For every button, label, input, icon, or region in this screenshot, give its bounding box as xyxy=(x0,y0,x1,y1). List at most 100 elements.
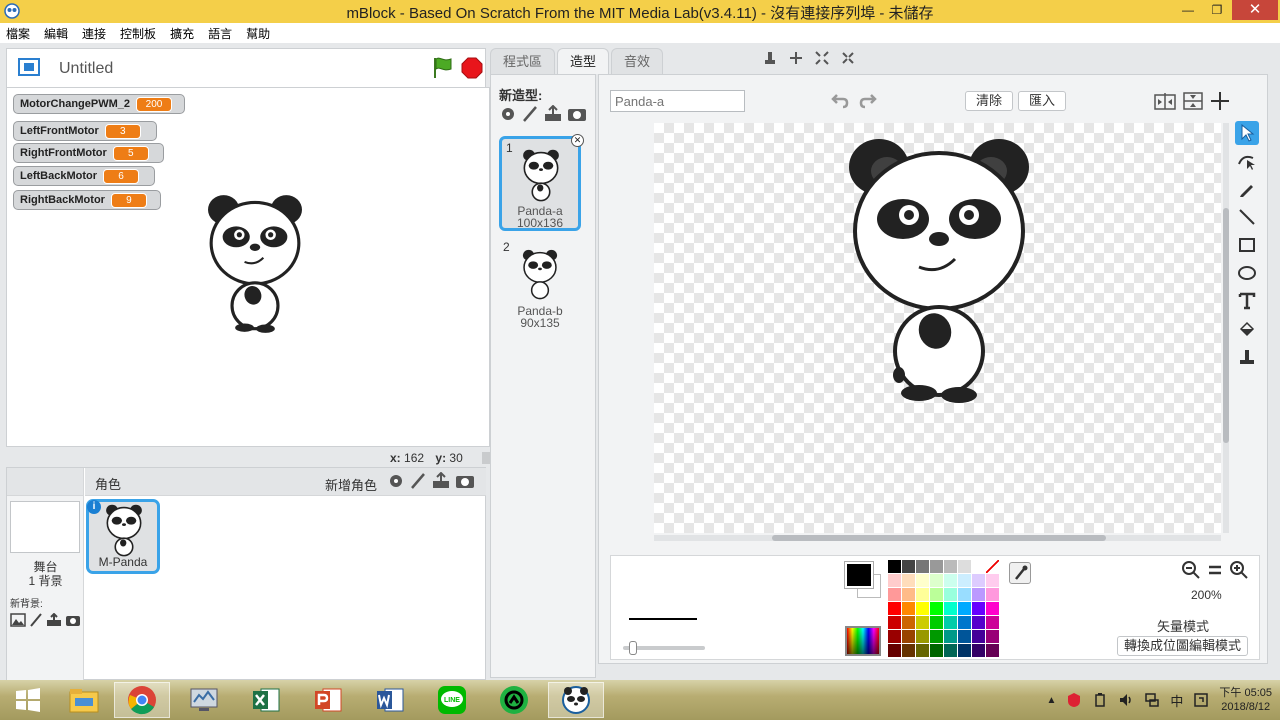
security-icon[interactable] xyxy=(1066,692,1082,708)
palette-swatch[interactable] xyxy=(944,644,957,657)
palette-swatch[interactable] xyxy=(930,588,943,601)
palette-swatch[interactable] xyxy=(930,630,943,643)
menu-file[interactable]: 檔案 xyxy=(6,25,30,42)
palette-swatch[interactable] xyxy=(930,616,943,629)
duplicate-stamp-icon[interactable] xyxy=(762,50,778,66)
flip-horizontal-icon[interactable] xyxy=(1154,91,1176,111)
palette-swatch[interactable] xyxy=(902,574,915,587)
flip-vertical-icon[interactable] xyxy=(1182,91,1204,111)
canvas-vertical-scrollbar[interactable] xyxy=(1223,123,1229,533)
zoom-out-icon[interactable] xyxy=(1181,560,1201,580)
volume-icon[interactable] xyxy=(1118,692,1134,708)
taskbar-file-explorer[interactable] xyxy=(56,682,112,718)
palette-swatch[interactable] xyxy=(916,560,929,573)
sprite-tile[interactable]: i M-Panda xyxy=(86,499,160,574)
zoom-reset-icon[interactable] xyxy=(1205,560,1225,580)
canvas-horizontal-scrollbar[interactable] xyxy=(654,535,1221,541)
palette-swatch[interactable] xyxy=(916,644,929,657)
palette-swatch[interactable] xyxy=(902,602,915,615)
rectangle-tool[interactable] xyxy=(1235,233,1259,257)
stamp-tool[interactable] xyxy=(1235,345,1259,369)
paint-canvas[interactable] xyxy=(654,123,1221,533)
camera-sprite-icon[interactable] xyxy=(455,472,475,490)
taskbar-app-green[interactable] xyxy=(486,682,542,718)
palette-swatch[interactable] xyxy=(944,602,957,615)
palette-swatch[interactable] xyxy=(902,560,915,573)
set-center-icon[interactable] xyxy=(1210,91,1230,111)
stage-thumbnail[interactable] xyxy=(10,501,80,553)
sprite-info-icon[interactable]: i xyxy=(87,500,101,514)
menu-connect[interactable]: 連接 xyxy=(82,25,106,42)
palette-swatch[interactable] xyxy=(930,560,943,573)
palette-swatch[interactable] xyxy=(972,616,985,629)
power-icon[interactable] xyxy=(1092,692,1108,708)
palette-swatch[interactable] xyxy=(916,630,929,643)
undo-icon[interactable] xyxy=(831,91,849,109)
variable-monitor[interactable]: RightFrontMotor 5 xyxy=(13,143,164,163)
menu-extensions[interactable]: 擴充 xyxy=(170,25,194,42)
color-spectrum-picker[interactable] xyxy=(845,626,881,656)
upload-costume-icon[interactable] xyxy=(543,105,563,123)
palette-swatch[interactable] xyxy=(888,616,901,629)
palette-swatch[interactable] xyxy=(902,588,915,601)
taskbar-word[interactable] xyxy=(362,682,418,718)
start-button[interactable] xyxy=(0,682,56,718)
palette-swatch[interactable] xyxy=(888,588,901,601)
project-title[interactable]: Untitled xyxy=(59,60,113,78)
variable-monitor[interactable]: RightBackMotor 9 xyxy=(13,190,161,210)
palette-swatch[interactable] xyxy=(958,644,971,657)
grow-icon[interactable] xyxy=(814,50,830,66)
palette-swatch[interactable] xyxy=(986,644,999,657)
camera-backdrop-icon[interactable] xyxy=(65,613,81,627)
fill-tool[interactable] xyxy=(1235,317,1259,341)
taskbar-powerpoint[interactable] xyxy=(300,682,356,718)
reshape-tool[interactable] xyxy=(1235,149,1259,173)
ellipse-tool[interactable] xyxy=(1235,261,1259,285)
tray-expand-icon[interactable]: ▲ xyxy=(1046,695,1056,706)
palette-swatch[interactable] xyxy=(944,616,957,629)
stop-icon[interactable] xyxy=(461,57,483,79)
camera-costume-icon[interactable] xyxy=(567,105,587,123)
paint-sprite-icon[interactable] xyxy=(409,472,427,490)
palette-swatch[interactable] xyxy=(888,630,901,643)
menu-help[interactable]: 幫助 xyxy=(246,25,270,42)
network-icon[interactable] xyxy=(1144,692,1160,708)
palette-swatch[interactable] xyxy=(986,574,999,587)
line-tool[interactable] xyxy=(1235,205,1259,229)
palette-swatch[interactable] xyxy=(916,588,929,601)
delete-cut-icon[interactable] xyxy=(788,50,804,66)
palette-swatch[interactable] xyxy=(944,588,957,601)
palette-swatch[interactable] xyxy=(972,588,985,601)
palette-swatch[interactable] xyxy=(958,630,971,643)
palette-swatch[interactable] xyxy=(958,602,971,615)
variable-monitor[interactable]: LeftBackMotor 6 xyxy=(13,166,155,186)
palette-swatch[interactable] xyxy=(986,588,999,601)
palette-swatch[interactable] xyxy=(944,560,957,573)
variable-monitor[interactable]: MotorChangePWM_2 200 xyxy=(13,94,185,114)
text-tool[interactable] xyxy=(1235,289,1259,313)
palette-swatch[interactable] xyxy=(958,588,971,601)
taskbar-chrome[interactable] xyxy=(114,682,170,718)
palette-swatch[interactable] xyxy=(986,602,999,615)
palette-swatch[interactable] xyxy=(888,574,901,587)
menu-language[interactable]: 語言 xyxy=(208,25,232,42)
paint-costume-icon[interactable] xyxy=(521,105,539,123)
palette-swatch[interactable] xyxy=(958,574,971,587)
taskbar-mblock[interactable] xyxy=(548,682,604,718)
close-button[interactable]: ✕ xyxy=(1232,0,1278,20)
palette-swatch[interactable] xyxy=(888,644,901,657)
ime-mode-icon[interactable] xyxy=(1193,692,1209,708)
import-button[interactable]: 匯入 xyxy=(1018,91,1067,111)
costume-tile[interactable]: 2 Panda-b 90x135 xyxy=(499,238,581,333)
minimize-button[interactable]: — xyxy=(1173,0,1203,20)
palette-swatch[interactable] xyxy=(944,574,957,587)
palette-swatch[interactable] xyxy=(930,602,943,615)
backdrop-library-icon[interactable] xyxy=(10,613,26,627)
eyedropper-button[interactable] xyxy=(1009,562,1031,584)
collapse-stage-icon[interactable] xyxy=(482,452,490,464)
restore-button[interactable]: ❐ xyxy=(1202,0,1232,20)
palette-swatch[interactable] xyxy=(930,644,943,657)
green-flag-icon[interactable] xyxy=(431,56,453,80)
ime-indicator[interactable]: 中 xyxy=(1170,691,1183,710)
taskbar-app[interactable] xyxy=(176,682,232,718)
